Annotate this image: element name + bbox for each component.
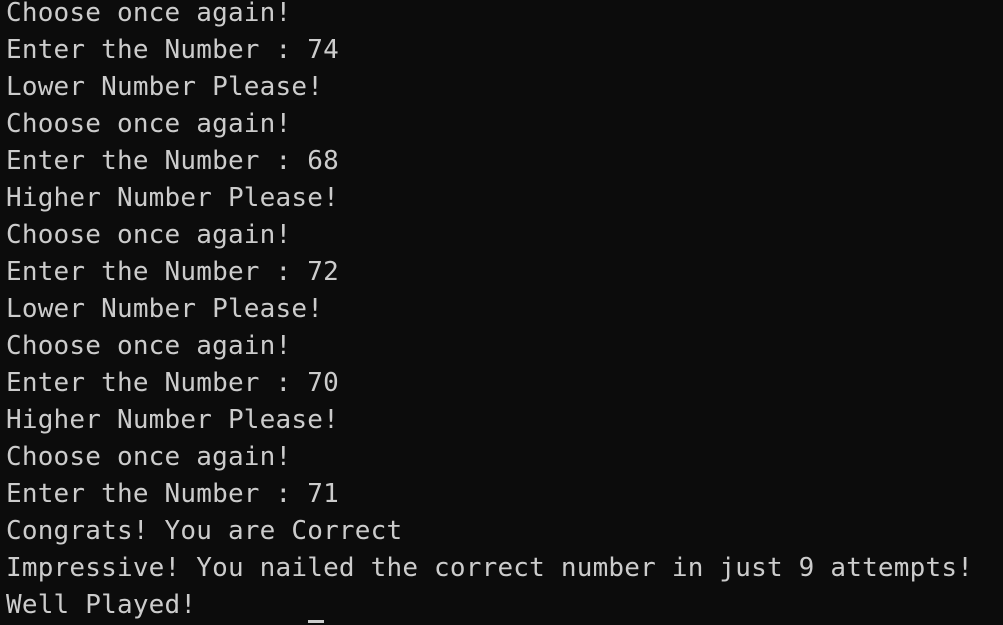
output-line: Choose once again! (6, 331, 292, 361)
terminal-output: Choose once again! Enter the Number : 74… (6, 0, 973, 624)
output-line: Higher Number Please! (6, 183, 339, 213)
output-line: Congrats! You are Correct (6, 516, 403, 546)
output-line: Enter the Number : 74 (6, 35, 339, 65)
output-line: Choose once again! (6, 442, 292, 472)
output-line: Lower Number Please! (6, 294, 324, 324)
output-line: Well Played! (6, 590, 197, 620)
output-line: Choose once again! (6, 220, 292, 250)
output-line: Enter the Number : 68 (6, 146, 339, 176)
output-line: Choose once again! (6, 109, 292, 139)
terminal-window[interactable]: Choose once again! Enter the Number : 74… (0, 0, 1003, 625)
output-line: Higher Number Please! (6, 405, 339, 435)
text-cursor (308, 620, 324, 623)
output-line: Enter the Number : 72 (6, 257, 339, 287)
output-line: Enter the Number : 71 (6, 479, 339, 509)
output-line: Lower Number Please! (6, 72, 324, 102)
output-line: Choose once again! (6, 0, 292, 28)
output-line: Enter the Number : 70 (6, 368, 339, 398)
output-line: Impressive! You nailed the correct numbe… (6, 553, 974, 583)
